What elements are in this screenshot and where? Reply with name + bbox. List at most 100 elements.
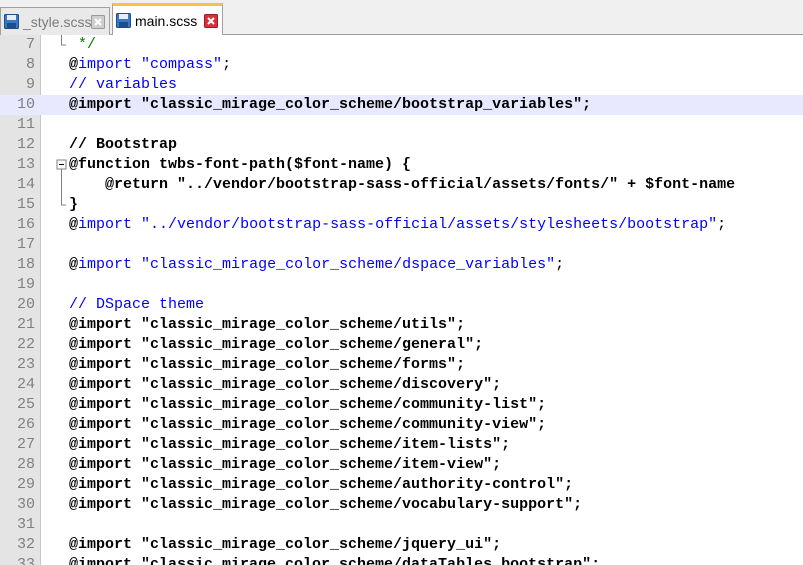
code-text: }	[69, 195, 78, 215]
code-line[interactable]: 13 @function twbs-font-path($font-name) {	[0, 155, 803, 175]
code-line[interactable]: 20 // DSpace theme	[0, 295, 803, 315]
code-token: "../vendor/bootstrap-sass-official/asset…	[141, 216, 718, 233]
line-number: 14	[16, 176, 35, 193]
tab-label: main.scss	[135, 12, 198, 29]
code-line[interactable]: 19	[0, 275, 803, 295]
code-token: @import "classic_mirage_color_scheme/uti…	[69, 316, 466, 333]
code-line[interactable]: 25 @import "classic_mirage_color_scheme/c…	[0, 395, 803, 415]
line-number: 31	[16, 516, 35, 533]
line-number: 15	[16, 196, 35, 213]
code-text: @import "classic_mirage_color_scheme/com…	[69, 415, 546, 435]
fold-box-icon	[61, 175, 62, 195]
close-icon[interactable]	[204, 13, 218, 28]
code-line[interactable]: 33 @import "classic_mirage_color_scheme/d…	[0, 555, 803, 565]
code-token: "classic_mirage_color_scheme/bootstrap_v…	[141, 96, 583, 113]
code-text: // DSpace theme	[69, 295, 204, 315]
code-token: @import "classic_mirage_color_scheme/dat…	[69, 556, 601, 565]
line-number: 17	[16, 236, 35, 253]
code-token: @function twbs-font-path($font-name) {	[69, 156, 412, 173]
line-number: 27	[16, 436, 35, 453]
code-text: @import "compass";	[69, 55, 231, 75]
code-token: @import "classic_mirage_color_scheme/aut…	[69, 476, 574, 493]
line-number: 16	[16, 216, 35, 233]
code-token: @import "classic_mirage_color_scheme/com…	[69, 416, 547, 433]
code-token: ;	[555, 256, 565, 273]
code-line[interactable]: 7 */	[0, 35, 803, 55]
line-number: 12	[16, 136, 35, 153]
code-line[interactable]: 17	[0, 235, 803, 255]
code-line[interactable]: 32 @import "classic_mirage_color_scheme/j…	[0, 535, 803, 555]
code-line[interactable]: 21 @import "classic_mirage_color_scheme/u…	[0, 315, 803, 335]
tab-bar: _style.scss main.scss	[0, 0, 803, 35]
code-text: @import "classic_mirage_color_scheme/dsp…	[69, 255, 564, 275]
fold-box-icon	[61, 195, 66, 206]
line-number: 18	[16, 256, 35, 273]
code-token: }	[69, 196, 79, 213]
code-text: */	[69, 35, 96, 55]
code-line[interactable]: 22 @import "classic_mirage_color_scheme/g…	[0, 335, 803, 355]
code-line[interactable]: 27 @import "classic_mirage_color_scheme/i…	[0, 435, 803, 455]
code-token: ;	[222, 56, 232, 73]
code-line[interactable]: 29 @import "classic_mirage_color_scheme/a…	[0, 475, 803, 495]
code-text: // variables	[69, 75, 177, 95]
code-line[interactable]: 12 // Bootstrap	[0, 135, 803, 155]
code-text: @import "classic_mirage_color_scheme/aut…	[69, 475, 573, 495]
code-line[interactable]: 24 @import "classic_mirage_color_scheme/d…	[0, 375, 803, 395]
code-token: // Bootstrap	[69, 136, 178, 153]
tab-main-scss[interactable]: main.scss	[112, 3, 223, 35]
code-token: "compass"	[141, 56, 223, 73]
close-icon[interactable]	[91, 14, 106, 29]
code-text: @import "classic_mirage_color_scheme/uti…	[69, 315, 465, 335]
code-text: @import "classic_mirage_color_scheme/jqu…	[69, 535, 501, 555]
line-number: 21	[16, 316, 35, 333]
code-line[interactable]: 8 @import "compass";	[0, 55, 803, 75]
code-token: @import "classic_mirage_color_scheme/ite…	[69, 456, 502, 473]
line-number: 11	[16, 116, 35, 133]
code-line[interactable]: 26 @import "classic_mirage_color_scheme/c…	[0, 415, 803, 435]
code-token: //	[69, 296, 97, 313]
line-number: 30	[16, 496, 35, 513]
code-line[interactable]: 23 @import "classic_mirage_color_scheme/f…	[0, 355, 803, 375]
code-line[interactable]: 15}	[0, 195, 803, 215]
code-token: @import "classic_mirage_color_scheme/gen…	[69, 336, 484, 353]
line-number: 22	[16, 336, 35, 353]
line-number: 26	[16, 416, 35, 433]
code-line[interactable]: 18 @import "classic_mirage_color_scheme/d…	[0, 255, 803, 275]
code-token: @import "classic_mirage_color_scheme/for…	[69, 356, 466, 373]
code-line[interactable]: 10 @import "classic_mirage_color_scheme/b…	[0, 95, 803, 115]
code-token: // variables	[69, 76, 178, 93]
code-token: DSpace theme	[96, 296, 205, 313]
code-line[interactable]: 9 // variables	[0, 75, 803, 95]
save-disk-icon	[4, 14, 19, 29]
code-text: @import "classic_mirage_color_scheme/ite…	[69, 455, 501, 475]
code-line[interactable]: 31	[0, 515, 803, 535]
code-text: @import "classic_mirage_color_scheme/gen…	[69, 335, 483, 355]
line-number: 33	[16, 556, 35, 565]
tab-style-scss[interactable]: _style.scss	[0, 7, 110, 35]
code-text: @import "../vendor/bootstrap-sass-offici…	[69, 215, 726, 235]
fold-box-icon	[61, 35, 66, 46]
code-token: @return "../vendor/bootstrap-sass-offici…	[69, 176, 736, 193]
code-text: @function twbs-font-path($font-name) {	[69, 155, 411, 175]
fold-box-icon[interactable]	[56, 155, 67, 175]
code-line[interactable]: 14 @return "../vendor/bootstrap-sass-off…	[0, 175, 803, 195]
code-line[interactable]: 16 @import "../vendor/bootstrap-sass-offi…	[0, 215, 803, 235]
line-number: 10	[16, 96, 35, 113]
code-line[interactable]: 28 @import "classic_mirage_color_scheme/i…	[0, 455, 803, 475]
code-token: @import "classic_mirage_color_scheme/ite…	[69, 436, 511, 453]
code-line[interactable]: 30 @import "classic_mirage_color_scheme/v…	[0, 495, 803, 515]
code-line[interactable]: 11	[0, 115, 803, 135]
code-token: @	[69, 56, 79, 73]
code-text: // Bootstrap	[69, 135, 177, 155]
code-text: @import "classic_mirage_color_scheme/com…	[69, 395, 546, 415]
code-text: @import "classic_mirage_color_scheme/for…	[69, 355, 465, 375]
line-number: 9	[25, 76, 35, 93]
line-number: 24	[16, 376, 35, 393]
code-token: @	[69, 216, 79, 233]
code-token: "classic_mirage_color_scheme/dspace_vari…	[141, 256, 556, 273]
line-number: 29	[16, 476, 35, 493]
code-token: import	[78, 216, 133, 233]
code-editor[interactable]: 7 */8 @import "compass"; 9// variables 10 @i…	[0, 35, 803, 565]
